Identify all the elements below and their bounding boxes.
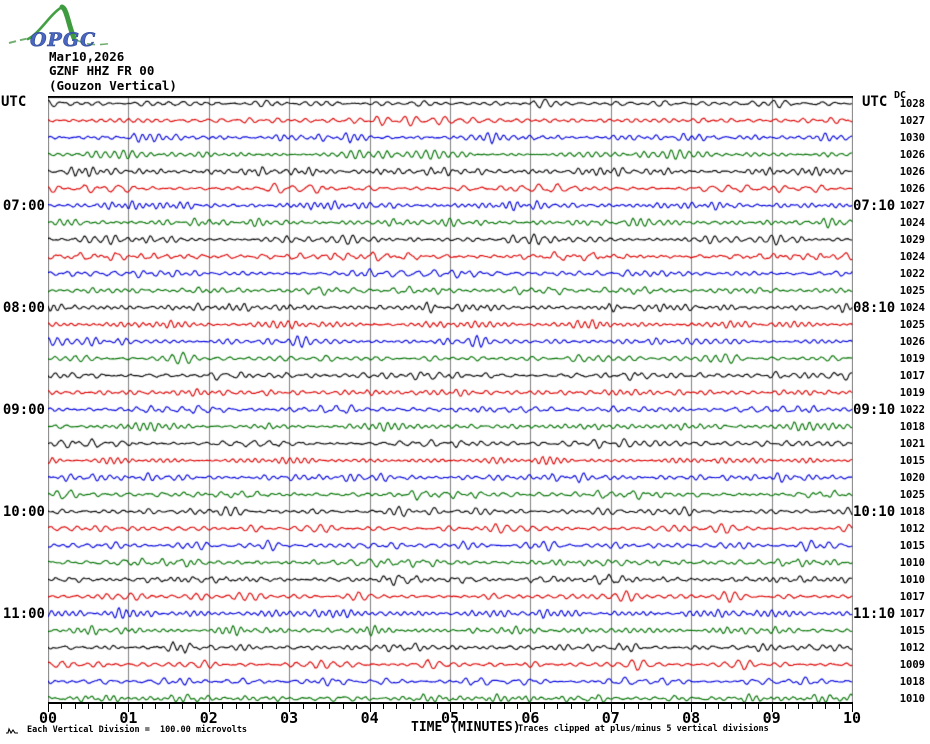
dc-value: 1024 [899, 216, 925, 229]
dc-value: 1025 [899, 318, 925, 331]
x-tick-minor [798, 704, 800, 709]
x-tick-minor [811, 704, 813, 709]
left-hour-label: 09:00 [2, 401, 45, 418]
x-tick-minor [664, 704, 666, 709]
dc-value: 1017 [899, 607, 925, 620]
dc-value: 1024 [899, 250, 925, 263]
x-tick-minor [557, 704, 559, 709]
trace-canvas [48, 96, 853, 704]
dc-value: 1018 [899, 420, 925, 433]
x-tick-minor [316, 704, 317, 709]
dc-value: 1024 [899, 301, 925, 314]
dc-value: 1026 [899, 148, 925, 161]
dc-value: 1010 [899, 573, 925, 586]
x-tick-minor [731, 704, 733, 709]
utc-label-right: UTC [862, 94, 888, 110]
dc-value: 1025 [899, 284, 925, 297]
x-tick-minor [249, 704, 250, 709]
dc-value: 1018 [899, 505, 925, 518]
dc-value: 1017 [899, 590, 925, 603]
right-hour-label: 07:10 [853, 197, 896, 214]
dc-value: 1010 [899, 692, 925, 705]
x-tick-minor [329, 704, 331, 709]
dc-value: 1015 [899, 624, 925, 637]
vertical-division-note: Each Vertical Division = 100.00 microvol… [27, 725, 248, 735]
x-axis-title: TIME (MINUTES) [411, 720, 521, 735]
right-hour-label: 08:10 [853, 299, 896, 316]
x-tick-minor [570, 704, 572, 709]
x-tick-minor [342, 704, 344, 709]
x-tick-minor [637, 704, 639, 709]
x-tick-minor [88, 704, 90, 709]
utc-label-left: UTC [1, 94, 27, 110]
x-tick-minor [168, 704, 170, 709]
right-hour-label: 09:10 [853, 401, 896, 418]
left-hour-label: 07:00 [2, 197, 45, 214]
dc-value: 1027 [899, 114, 925, 127]
header-date: Mar10,2026 [49, 49, 125, 64]
left-hour-label: 10:00 [2, 503, 45, 520]
dc-value: 1026 [899, 182, 925, 195]
dc-value: 1028 [899, 97, 925, 110]
x-tick-minor [651, 704, 652, 709]
dc-value: 1018 [899, 675, 925, 688]
x-tick-minor [584, 704, 585, 709]
dc-value: 1009 [899, 658, 925, 671]
x-tick-label: 04 [360, 709, 379, 727]
x-tick-minor [503, 704, 505, 709]
x-tick-minor [744, 704, 746, 709]
x-tick-label: 10 [842, 709, 862, 727]
x-tick-minor [262, 704, 264, 709]
dc-value: 1015 [899, 454, 925, 467]
right-hour-label: 10:10 [853, 503, 896, 520]
logo-text: OPGC [30, 29, 96, 51]
x-tick-minor [423, 704, 425, 709]
x-tick-minor [235, 704, 237, 709]
dc-value: 1022 [899, 267, 925, 280]
dc-value: 1019 [899, 352, 925, 365]
dc-value: 1017 [899, 369, 925, 382]
dc-value: 1010 [899, 556, 925, 569]
dc-value: 1012 [899, 522, 925, 535]
x-tick-minor [409, 704, 411, 709]
right-hour-label: 11:10 [853, 605, 896, 622]
dc-value: 1030 [899, 131, 925, 144]
x-tick-label: 03 [280, 709, 299, 727]
dc-value: 1021 [899, 437, 925, 450]
scale-mark-icon [6, 727, 18, 735]
x-tick-minor [74, 704, 76, 709]
x-tick-minor [182, 704, 183, 709]
clipping-note: Traces clipped at plus/minus 5 vertical … [518, 724, 769, 734]
helicorder-page: OPGC Mar10,2026 GZNF HHZ FR 00 (Gouzon V… [0, 0, 930, 744]
left-hour-label: 08:00 [2, 299, 45, 316]
x-tick-minor [396, 704, 398, 709]
x-tick-minor [825, 704, 827, 709]
plot-area [48, 96, 853, 704]
dc-value: 1022 [899, 403, 925, 416]
x-tick-minor [101, 704, 103, 709]
x-tick-minor [718, 704, 719, 709]
dc-value: 1019 [899, 386, 925, 399]
header-station: GZNF HHZ FR 00 [49, 63, 155, 78]
dc-value: 1027 [899, 199, 925, 212]
dc-value: 1012 [899, 641, 925, 654]
dc-value: 1026 [899, 165, 925, 178]
dc-value: 1026 [899, 335, 925, 348]
dc-value: 1025 [899, 488, 925, 501]
dc-value: 1015 [899, 539, 925, 552]
left-hour-label: 11:00 [2, 605, 45, 622]
x-tick-minor [476, 704, 478, 709]
header-channel-description: (Gouzon Vertical) [49, 78, 177, 93]
opgc-logo: OPGC [8, 4, 113, 51]
dc-value: 1029 [899, 233, 925, 246]
dc-value: 1020 [899, 471, 925, 484]
x-tick-minor [490, 704, 492, 709]
x-tick-minor [155, 704, 157, 709]
